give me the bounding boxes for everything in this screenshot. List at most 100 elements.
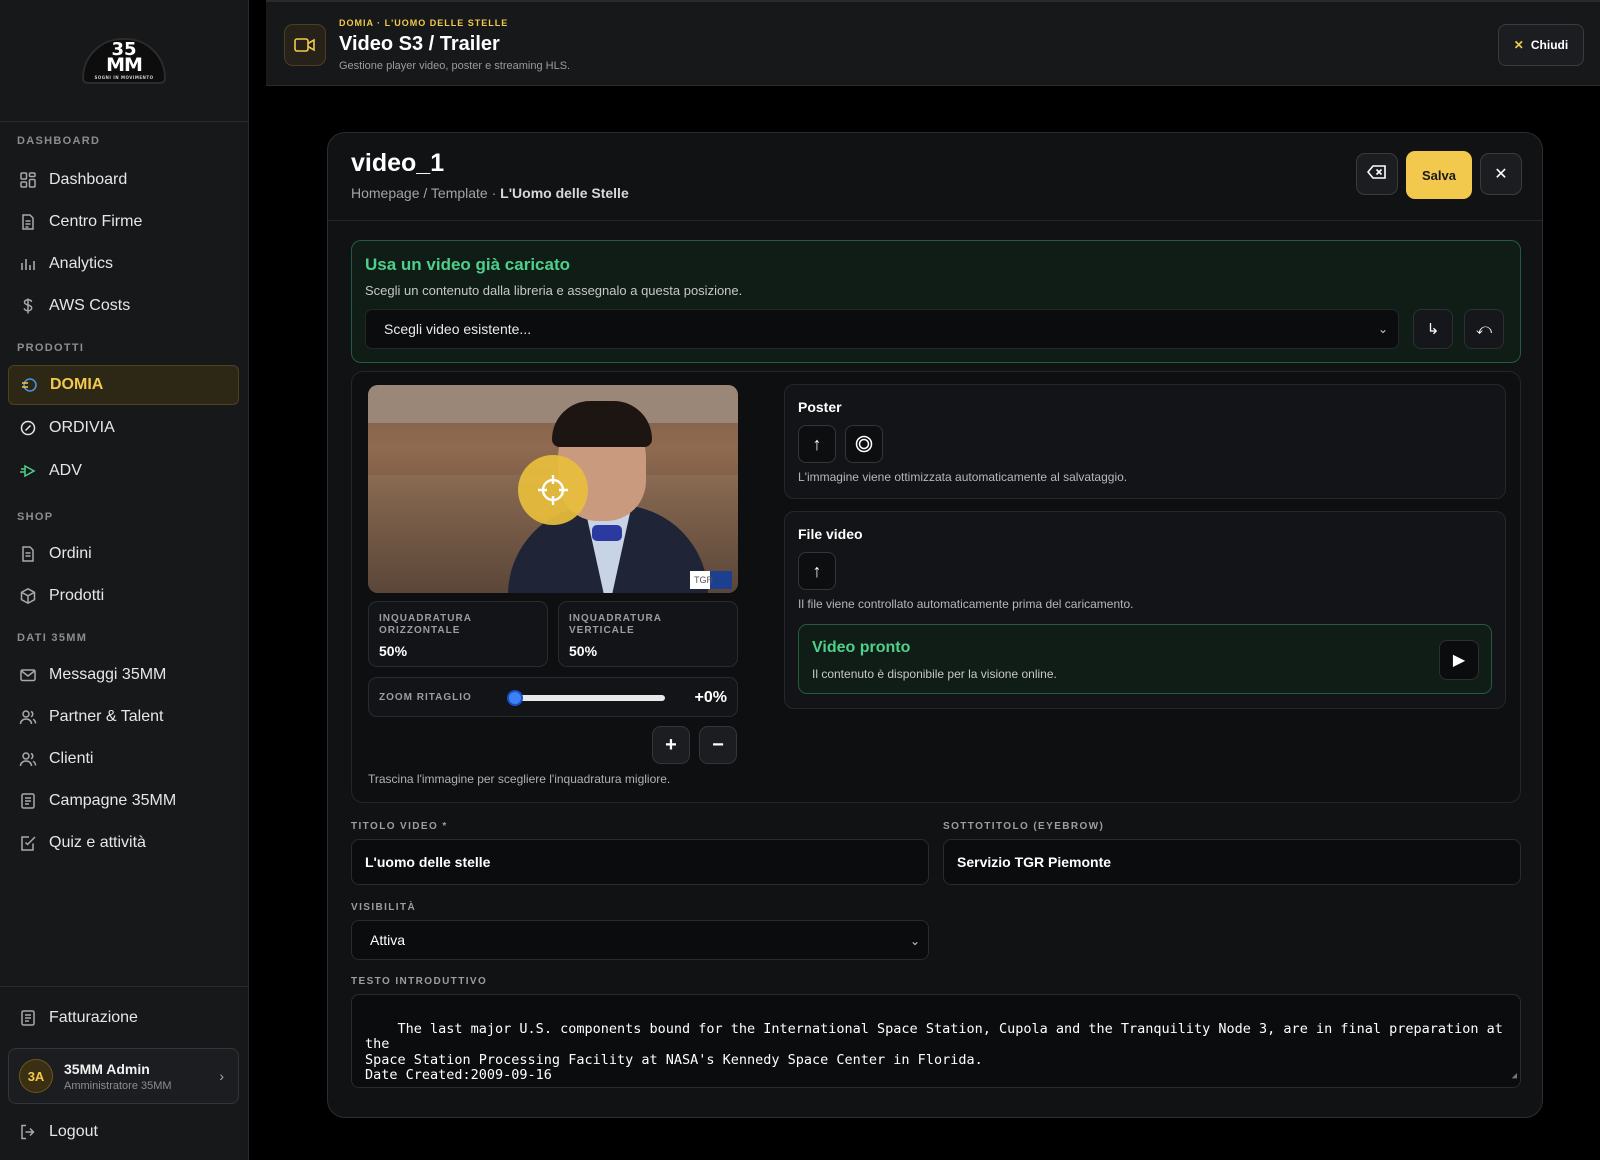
logo-tagline: SOGNI IN MOVIMENTO: [94, 75, 154, 81]
close-button[interactable]: ✕ Chiudi: [1498, 24, 1584, 66]
users-icon: [19, 750, 37, 768]
intro-textarea[interactable]: The last major U.S. components bound for…: [351, 994, 1521, 1088]
sidebar-item-label: Dashboard: [49, 171, 128, 188]
eyebrow-input[interactable]: Servizio TGR Piemonte: [943, 839, 1521, 885]
section-title-dashboard: DASHBOARD: [17, 135, 101, 147]
video-ready-subtitle: Il contenuto è disponibile per la vision…: [812, 667, 1057, 681]
chevron-down-icon: ⌄: [1377, 322, 1388, 336]
logo-area: 35 MM SOGNI IN MOVIMENTO: [0, 0, 248, 122]
chevron-right-icon: ›: [219, 1068, 224, 1084]
sidebar-item-analytics[interactable]: Analytics: [8, 244, 239, 284]
framing-horizontal-label: INQUADRATURA ORIZZONTALE: [379, 613, 472, 636]
sidebar-item-partner-talent[interactable]: Partner & Talent: [8, 697, 239, 737]
sidebar-item-label: Messaggi 35MM: [49, 666, 167, 683]
zoom-out-button[interactable]: −: [699, 726, 737, 764]
save-button[interactable]: Salva: [1406, 151, 1472, 199]
receipt-icon: [19, 545, 37, 563]
zoom-slider-thumb[interactable]: [507, 690, 523, 706]
sidebar-item-adv[interactable]: ADV: [8, 451, 239, 491]
dollar-icon: [19, 297, 37, 315]
sidebar-item-centro-firme[interactable]: Centro Firme: [8, 202, 239, 242]
modal-title: video_1: [351, 149, 445, 177]
sidebar-item-campagne[interactable]: Campagne 35MM: [8, 781, 239, 821]
framing-horizontal-value: 50%: [379, 643, 408, 659]
sidebar: 35 MM SOGNI IN MOVIMENTO DASHBOARD Dashb…: [0, 0, 249, 1160]
logout-button[interactable]: Logout: [8, 1112, 239, 1152]
adv-icon: [19, 462, 37, 480]
domia-icon: [20, 376, 38, 394]
video-file-card: File video ↑ Il file viene controllato a…: [784, 511, 1506, 709]
close-icon: ✕: [1513, 38, 1524, 52]
library-title: Usa un video già caricato: [365, 255, 571, 274]
existing-video-select[interactable]: Scegli video esistente... ⌄: [365, 309, 1399, 349]
focal-point-handle[interactable]: [518, 455, 588, 525]
sidebar-item-dashboard[interactable]: Dashboard: [8, 160, 239, 200]
page-subtitle: Gestione player video, poster e streamin…: [339, 60, 571, 72]
mail-icon: [19, 666, 37, 684]
zoom-crop-control: ZOOM RITAGLIO +0%: [368, 677, 738, 717]
sidebar-item-label: DOMIA: [50, 376, 104, 393]
resize-handle-icon[interactable]: ◢: [1512, 1069, 1517, 1085]
sidebar-item-label: Analytics: [49, 255, 114, 272]
library-panel: Usa un video già caricato Scegli un cont…: [351, 240, 1521, 363]
plus-icon: +: [665, 733, 677, 756]
crosshair-icon: [538, 475, 568, 505]
upload-video-button[interactable]: ↑: [798, 552, 836, 590]
play-button[interactable]: ▶: [1439, 640, 1479, 680]
assign-video-button[interactable]: ↳: [1413, 309, 1453, 349]
document-icon: [19, 213, 37, 231]
close-label: Chiudi: [1530, 38, 1569, 52]
top-header: DOMIA · L'UOMO DELLE STELLE Video S3 / T…: [266, 0, 1600, 86]
visibility-select[interactable]: Attiva ⌄: [351, 920, 929, 960]
zoom-slider-track[interactable]: [515, 695, 665, 701]
intro-field-label: TESTO INTRODUTTIVO: [351, 976, 488, 987]
sidebar-item-quiz[interactable]: Quiz e attività: [8, 823, 239, 863]
sidebar-item-label: Prodotti: [49, 587, 105, 604]
undo-button[interactable]: ⤺: [1464, 309, 1504, 349]
intro-text: The last major U.S. components bound for…: [365, 1020, 1503, 1083]
sidebar-item-messaggi[interactable]: Messaggi 35MM: [8, 655, 239, 695]
close-icon: ✕: [1494, 166, 1508, 183]
breadcrumb: Homepage / Template · L'Uomo delle Stell…: [351, 185, 629, 201]
logout-icon: [19, 1123, 37, 1141]
backspace-icon: [1366, 164, 1387, 185]
sidebar-item-fatturazione[interactable]: Fatturazione: [8, 998, 239, 1038]
sidebar-item-prodotti[interactable]: Prodotti: [8, 576, 239, 616]
clear-button[interactable]: [1356, 153, 1398, 195]
video-file-hint: Il file viene controllato automaticament…: [798, 597, 1134, 611]
preview-sky: [368, 385, 738, 423]
sidebar-item-clienti[interactable]: Clienti: [8, 739, 239, 779]
logo[interactable]: 35 MM SOGNI IN MOVIMENTO: [82, 37, 166, 84]
sidebar-item-ordivia[interactable]: ORDIVIA: [8, 408, 239, 448]
campaign-icon: [19, 792, 37, 810]
user-role: Amministratore 35MM: [64, 1079, 172, 1092]
bar-chart-icon: [19, 255, 37, 273]
zoom-in-button[interactable]: +: [652, 726, 690, 764]
sidebar-item-domia[interactable]: DOMIA: [8, 365, 239, 405]
library-subtitle: Scegli un contenuto dalla libreria e ass…: [365, 283, 743, 298]
video-preview[interactable]: TGR: [368, 385, 738, 593]
avatar: 3A: [19, 1059, 53, 1093]
upload-poster-button[interactable]: ↑: [798, 425, 836, 463]
framing-vertical-card: INQUADRATURA VERTICALE 50%: [558, 601, 738, 667]
sidebar-item-aws-costs[interactable]: AWS Costs: [8, 286, 239, 326]
visibility-value: Attiva: [370, 932, 406, 948]
header-eyebrow: DOMIA · L'UOMO DELLE STELLE: [339, 18, 509, 28]
checklist-icon: [19, 834, 37, 852]
user-card[interactable]: 3A 35MM Admin Amministratore 35MM ›: [8, 1048, 239, 1104]
visibility-field-label: VISIBILITÀ: [351, 902, 417, 913]
sidebar-item-label: Partner & Talent: [49, 708, 164, 725]
channel-logo: TGR: [690, 571, 732, 589]
capture-poster-button[interactable]: [845, 425, 883, 463]
modal-close-button[interactable]: ✕: [1480, 153, 1522, 195]
title-input[interactable]: L'uomo delle stelle: [351, 839, 929, 885]
sidebar-item-ordini[interactable]: Ordini: [8, 534, 239, 574]
section-title-prodotti: PRODOTTI: [17, 342, 85, 354]
framing-vertical-value: 50%: [569, 643, 598, 659]
sidebar-item-label: Ordini: [49, 545, 92, 562]
arrow-return-icon: ↳: [1426, 321, 1440, 338]
poster-card: Poster ↑ L'immagine viene ottimizzata au…: [784, 384, 1506, 499]
editor-modal: video_1 Homepage / Template · L'Uomo del…: [327, 132, 1543, 1118]
framing-vertical-label: INQUADRATURA VERTICALE: [569, 613, 662, 636]
video-camera-icon: [284, 24, 326, 66]
